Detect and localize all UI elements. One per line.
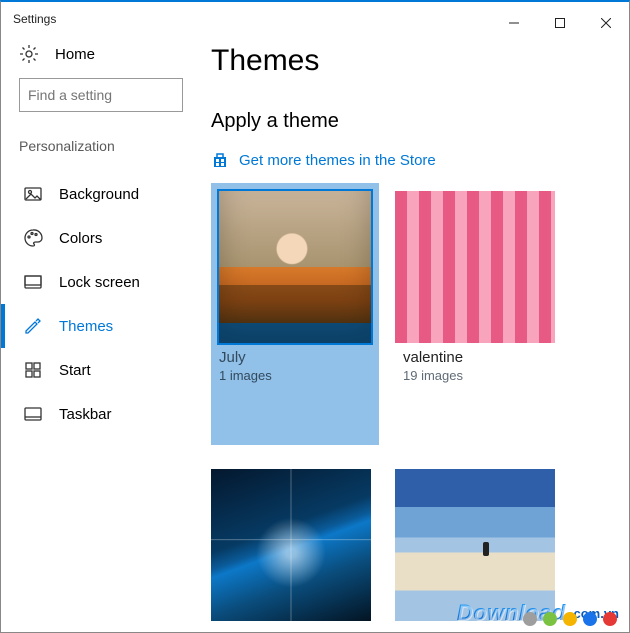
section-label: Personalization (1, 138, 201, 172)
theme-thumbnail (211, 469, 371, 621)
store-icon (211, 151, 229, 169)
search-input[interactable] (28, 87, 209, 103)
theme-grid: July 1 images valentine 19 images (211, 183, 613, 621)
store-link-text[interactable]: Get more themes in the Store (239, 152, 436, 169)
store-link[interactable]: Get more themes in the Store (211, 151, 613, 169)
sidebar-item-label: Taskbar (59, 406, 112, 423)
taskbar-icon (23, 404, 43, 424)
palette-icon (23, 228, 43, 248)
sidebar: Home Personalization Background Colors Loc… (1, 44, 201, 632)
lockscreen-icon (23, 272, 43, 292)
theme-card[interactable] (395, 461, 563, 621)
theme-card[interactable]: July 1 images (211, 183, 379, 445)
sidebar-item-label: Themes (59, 318, 113, 335)
sidebar-item-background[interactable]: Background (1, 172, 201, 216)
theme-image-count: 1 images (219, 368, 371, 383)
start-icon (23, 360, 43, 380)
theme-thumbnail (395, 469, 555, 621)
watermark-dot (543, 612, 557, 626)
theme-image-count: 19 images (403, 368, 555, 383)
watermark-dot (583, 612, 597, 626)
page-title: Themes (211, 44, 613, 78)
theme-thumbnail (219, 191, 371, 343)
sidebar-item-label: Background (59, 186, 139, 203)
theme-thumbnail (395, 191, 555, 343)
sidebar-item-label: Start (59, 362, 91, 379)
window-title: Settings (13, 12, 56, 26)
home-label: Home (55, 46, 95, 63)
home-icon (19, 44, 39, 64)
window-controls (491, 7, 629, 39)
apply-theme-label: Apply a theme (211, 110, 613, 133)
sidebar-item-themes[interactable]: Themes (1, 304, 201, 348)
theme-card-footer: valentine 19 images (395, 343, 563, 389)
watermark-dots (523, 612, 617, 626)
theme-name: valentine (403, 349, 555, 366)
watermark-dot (523, 612, 537, 626)
theme-name: July (219, 349, 371, 366)
home-button[interactable]: Home (1, 44, 201, 78)
sidebar-item-label: Lock screen (59, 274, 140, 291)
watermark-dot (563, 612, 577, 626)
sidebar-item-label: Colors (59, 230, 102, 247)
theme-card[interactable] (211, 461, 379, 621)
minimize-button[interactable] (491, 7, 537, 39)
watermark-dot (603, 612, 617, 626)
theme-card-footer: July 1 images (211, 343, 379, 389)
close-button[interactable] (583, 7, 629, 39)
sidebar-item-start[interactable]: Start (1, 348, 201, 392)
sidebar-item-colors[interactable]: Colors (1, 216, 201, 260)
pen-icon (23, 316, 43, 336)
picture-icon (23, 184, 43, 204)
sidebar-item-lock-screen[interactable]: Lock screen (1, 260, 201, 304)
search-box[interactable] (19, 78, 183, 112)
theme-card[interactable]: valentine 19 images (395, 183, 563, 445)
main: Themes Apply a theme Get more themes in … (201, 44, 629, 632)
maximize-button[interactable] (537, 7, 583, 39)
sidebar-item-taskbar[interactable]: Taskbar (1, 392, 201, 436)
titlebar: Settings (1, 2, 629, 44)
